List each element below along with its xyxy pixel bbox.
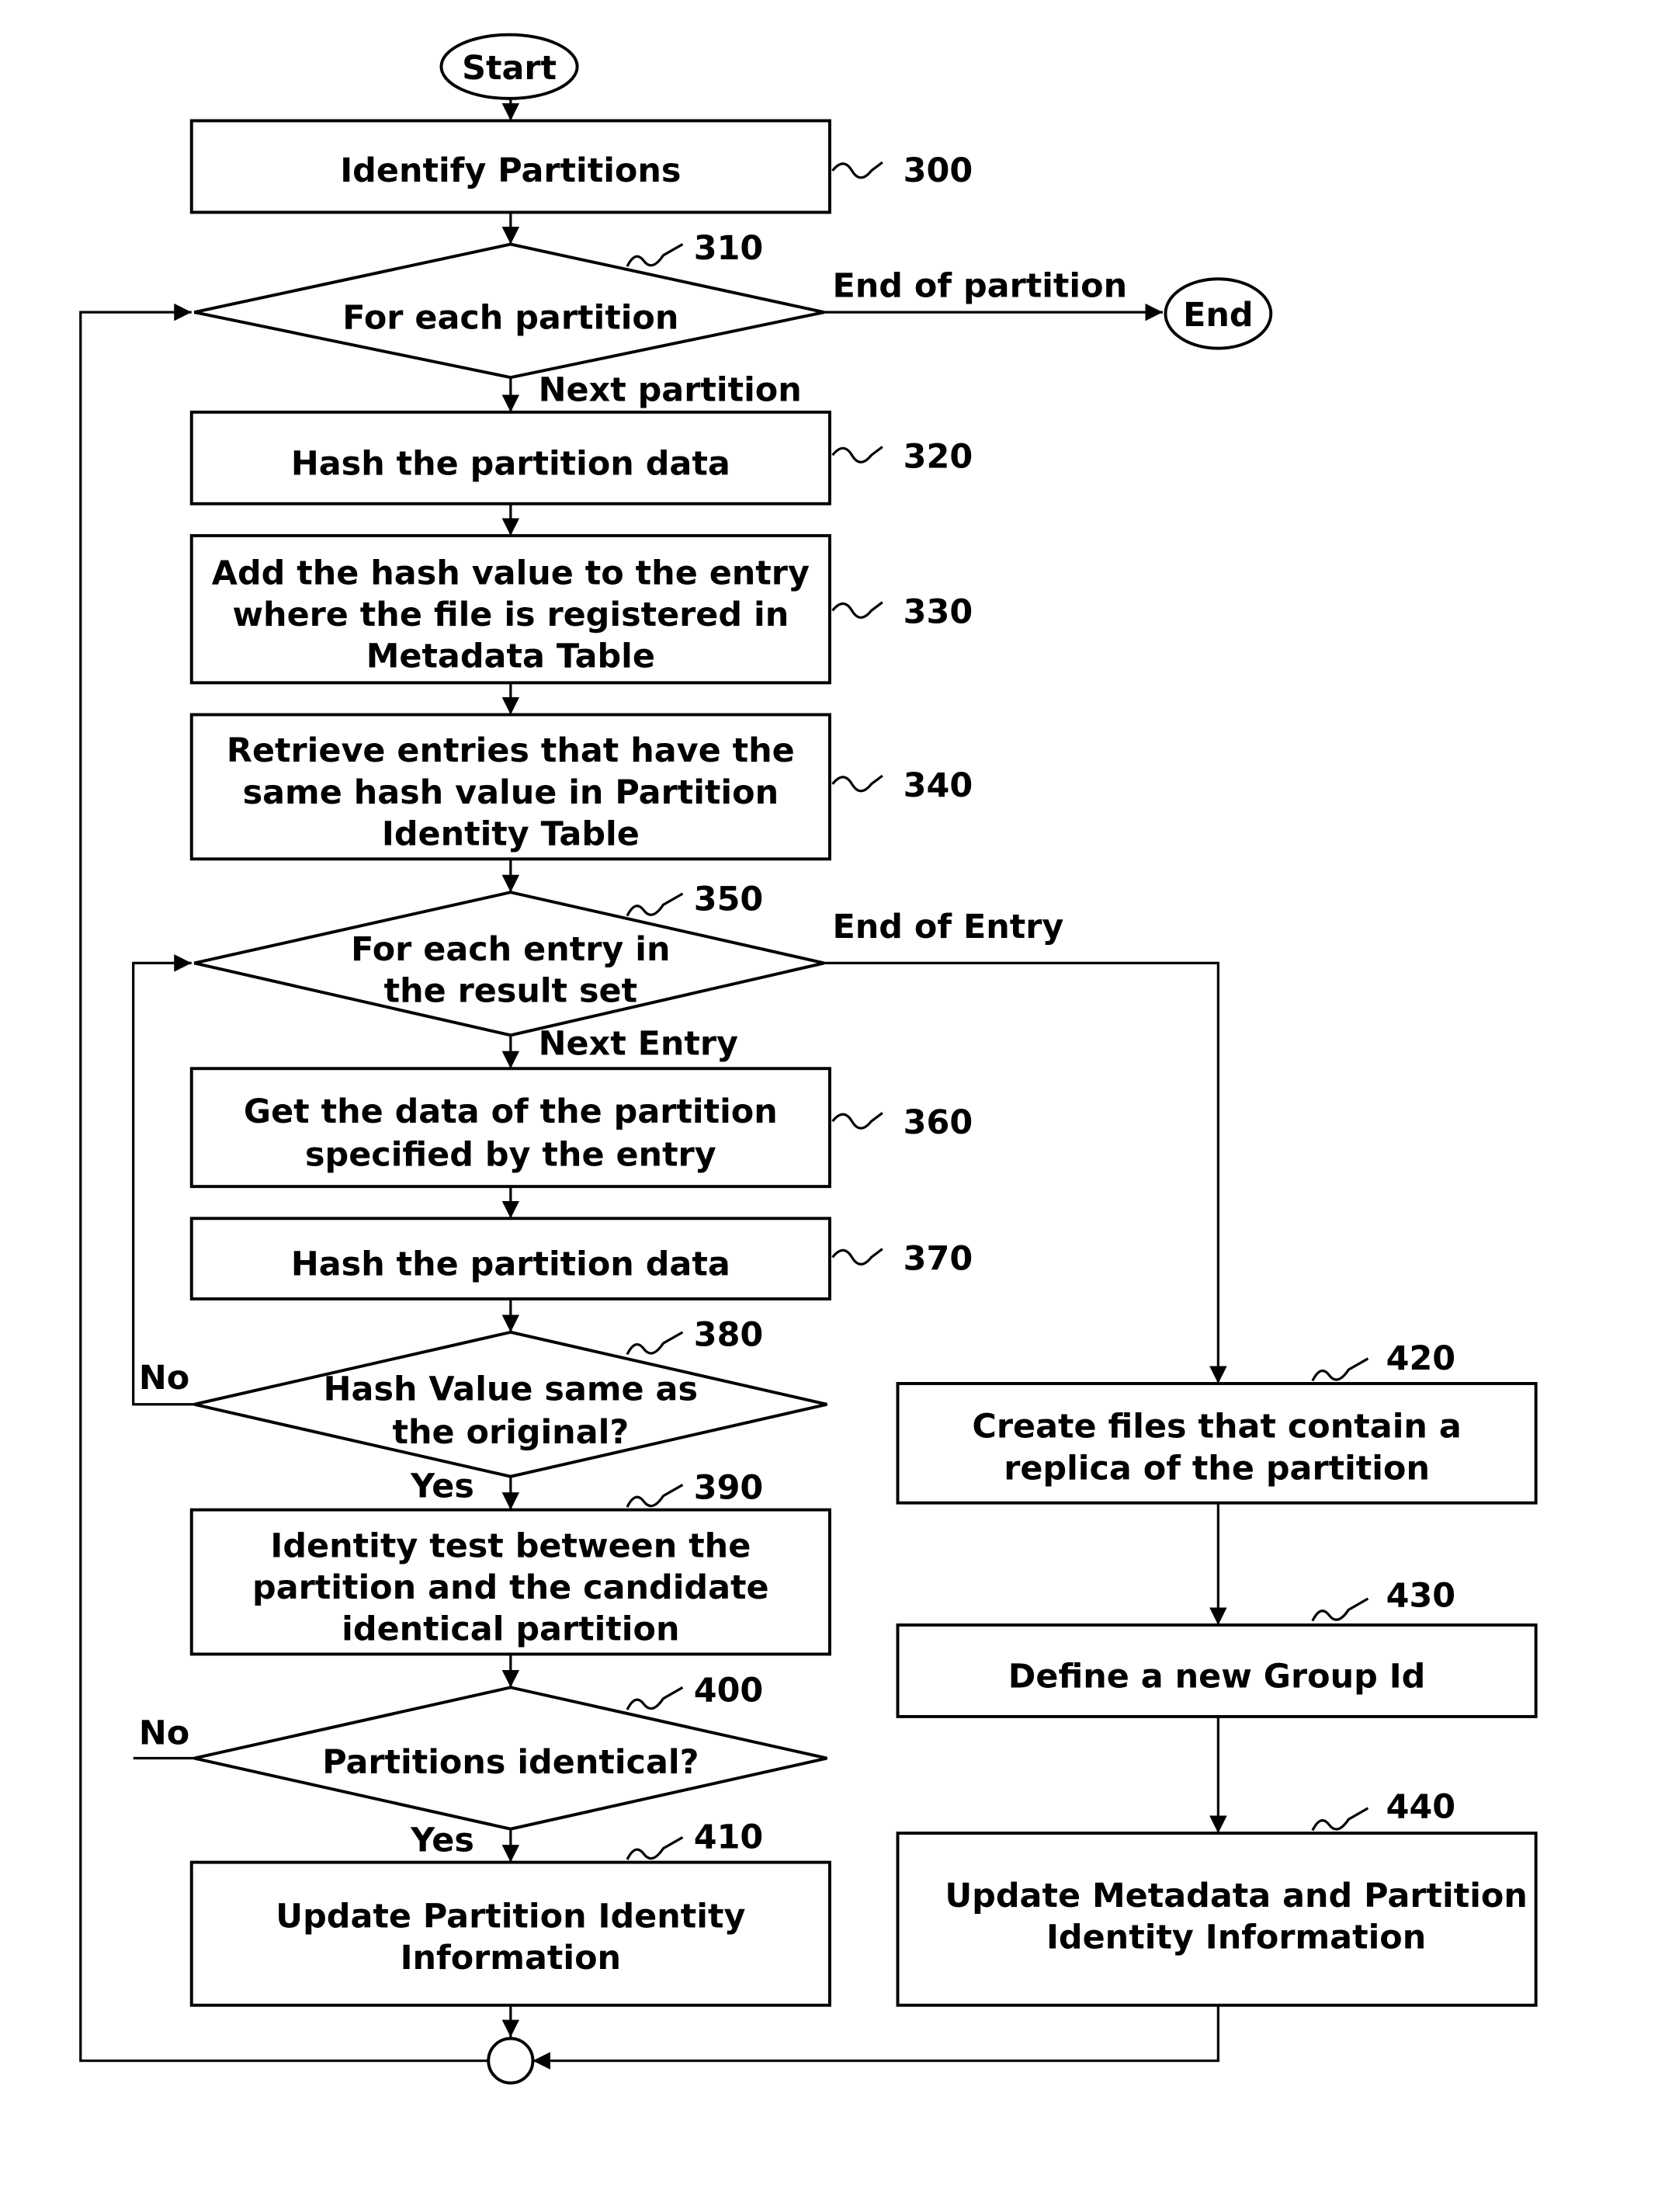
step-360-line-2: specified by the entry (305, 1135, 716, 1174)
edge-380-no-loop (132, 954, 195, 1406)
label-yes-400: Yes (410, 1821, 474, 1860)
ref-380: 380 (694, 1316, 764, 1355)
step-330-line-1: Add the hash value to the entry (212, 554, 810, 592)
ref-300: 300 (904, 151, 973, 190)
step-340-line-3: Identity Table (382, 814, 640, 853)
step-440-line-2: Identity Information (1046, 1918, 1426, 1957)
step-370-text: Hash the partition data (291, 1245, 730, 1284)
step-340-line-2: same hash value in Partition (243, 773, 779, 812)
join-connector (487, 2037, 535, 2085)
decision-350-line-2: the result set (384, 971, 638, 1010)
step-420-line-2: replica of the partition (1004, 1449, 1430, 1488)
decision-350-line-1: For each entry in (351, 930, 670, 969)
label-end-of-entry: End of Entry (833, 908, 1064, 946)
ref-340: 340 (904, 766, 973, 805)
label-next-partition: Next partition (539, 371, 802, 410)
decision-350-for-each-entry: For each entry in the result set 350 End… (193, 880, 1064, 1063)
decision-310-text: For each partition (342, 299, 678, 338)
step-320-text: Hash the partition data (291, 444, 730, 483)
ref-430: 430 (1386, 1577, 1455, 1616)
ref-410: 410 (694, 1818, 764, 1857)
step-410-line-1: Update Partition Identity (276, 1898, 745, 1936)
ref-320: 320 (904, 437, 973, 476)
step-300-identify-partitions: Identify Partitions 300 (189, 119, 973, 214)
step-370-hash-partition-data: Hash the partition data 370 (189, 1217, 973, 1300)
step-320-hash-partition-data: Hash the partition data 320 (189, 410, 973, 505)
label-no-400: No (139, 1714, 189, 1753)
ref-420: 420 (1386, 1339, 1455, 1378)
step-420-create-replica-files: Create files that contain a replica of t… (896, 1339, 1538, 1505)
label-end-of-partition: End of partition (833, 266, 1128, 305)
step-360-get-partition-data: Get the data of the partition specified … (189, 1067, 973, 1189)
decision-310-for-each-partition: For each partition 310 End of partition … (193, 229, 1128, 410)
step-410-line-2: Information (401, 1939, 622, 1978)
flowchart: Start End Identify Partitions 300 For ea… (79, 33, 1538, 2085)
label-no-380: No (139, 1359, 189, 1398)
step-330-line-3: Metadata Table (366, 637, 655, 676)
start-terminal: Start (439, 33, 579, 100)
decision-400-text: Partitions identical? (322, 1743, 699, 1782)
end-label: End (1183, 296, 1254, 335)
ref-400: 400 (694, 1671, 764, 1710)
step-390-line-1: Identity test between the (270, 1526, 751, 1565)
step-330-add-hash-value: Add the hash value to the entry where th… (189, 533, 973, 685)
ref-370: 370 (904, 1239, 973, 1278)
step-390-line-3: identical partition (342, 1610, 679, 1649)
edge-440-join (532, 2005, 1219, 2070)
step-420-line-1: Create files that contain a (972, 1408, 1461, 1446)
step-430-text: Define a new Group Id (1008, 1657, 1426, 1696)
start-label: Start (462, 49, 557, 88)
step-440-line-1: Update Metadata and Partition (945, 1877, 1528, 1915)
step-360-line-1: Get the data of the partition (244, 1092, 778, 1131)
step-440-update-metadata: Update Metadata and Partition Identity I… (896, 1787, 1538, 2007)
edge-350-420 (824, 961, 1227, 1384)
ref-330: 330 (904, 593, 973, 632)
step-390-line-2: partition and the candidate (252, 1568, 769, 1607)
ref-440: 440 (1386, 1787, 1455, 1826)
ref-390: 390 (694, 1468, 764, 1507)
step-340-retrieve-entries: Retrieve entries that have the same hash… (189, 713, 973, 861)
decision-380-line-1: Hash Value same as (324, 1370, 698, 1408)
label-yes-380: Yes (410, 1467, 474, 1506)
ref-350: 350 (694, 880, 764, 918)
decision-380-line-2: the original? (392, 1413, 629, 1452)
label-next-entry: Next Entry (539, 1024, 738, 1063)
ref-360: 360 (904, 1103, 973, 1142)
step-300-text: Identify Partitions (340, 151, 681, 190)
end-terminal: End (1164, 277, 1273, 350)
step-430-define-group-id: Define a new Group Id 430 (896, 1577, 1538, 1718)
step-340-line-1: Retrieve entries that have the (227, 731, 795, 770)
ref-310: 310 (694, 229, 764, 268)
step-330-line-2: where the file is registered in (232, 596, 789, 634)
